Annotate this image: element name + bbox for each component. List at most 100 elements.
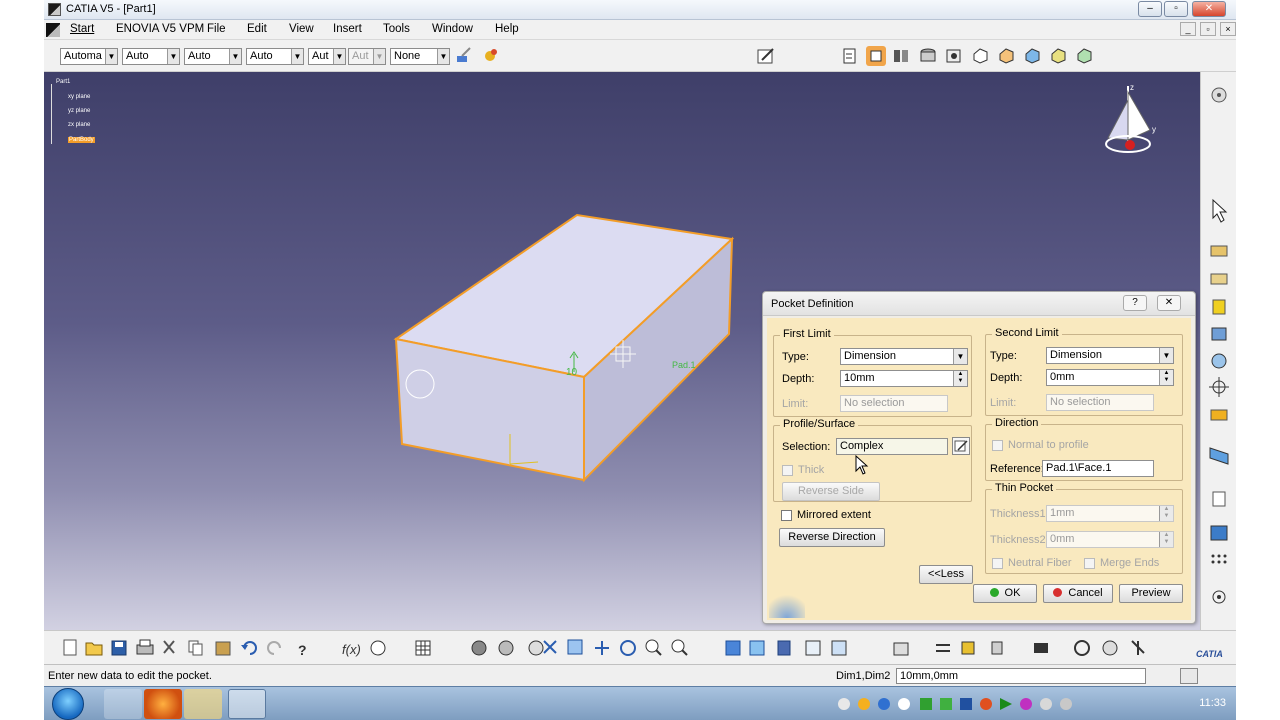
properties-brush-icon[interactable] — [480, 46, 500, 66]
menu-edit[interactable]: Edit — [247, 23, 267, 35]
system-tray — [834, 695, 1084, 713]
transparency-combo[interactable]: Auto ▼ — [122, 48, 180, 65]
less-button[interactable]: <<Less — [919, 565, 973, 584]
ok-icon — [989, 588, 999, 597]
second-limit-legend: Second Limit — [992, 327, 1062, 339]
zoom-in-icon — [645, 639, 662, 656]
menu-view[interactable]: View — [289, 23, 314, 35]
power-input-field[interactable]: 10mm,0mm — [896, 668, 1146, 684]
menu-help[interactable]: Help — [495, 23, 519, 35]
cancel-button[interactable]: Cancel — [1043, 584, 1113, 603]
sketch-analysis-icon — [1131, 640, 1145, 655]
svg-text:f(x): f(x) — [342, 642, 361, 657]
thin-pocket-group: Thin Pocket Thickness1: 1mm ▲ ▼ Thickness2… — [985, 482, 1183, 574]
second-depth-input[interactable]: 0mm ▲ ▼ — [1046, 369, 1174, 386]
point-symbol-combo[interactable]: Aut ▼ — [308, 48, 346, 65]
selection-input[interactable]: Complex — [836, 438, 948, 455]
measure-item-icon — [936, 644, 950, 652]
status-bar: Enter new data to edit the pocket. Dim1,… — [44, 664, 1236, 686]
menu-enovia[interactable]: ENOVIA V5 VPM — [116, 23, 204, 35]
dialog-title-bar[interactable]: Pocket Definition ? ✕ — [763, 292, 1195, 316]
painter-icon[interactable] — [454, 46, 474, 66]
taskbar-explorer-icon[interactable] — [104, 689, 142, 719]
whats-this-icon: ? — [298, 642, 307, 658]
line-thickness-combo[interactable]: Auto ▼ — [184, 48, 242, 65]
color-combo[interactable]: Automa ▼ — [60, 48, 118, 65]
mirrored-extent-checkbox[interactable] — [781, 510, 792, 521]
reverse-side-button: Reverse Side — [782, 482, 880, 501]
hide-show-icon[interactable] — [944, 46, 964, 66]
inertia-icon — [961, 641, 975, 655]
shading-icon[interactable] — [918, 46, 938, 66]
taskbar-catia-icon[interactable] — [228, 689, 266, 719]
menu-insert[interactable]: Insert — [333, 23, 362, 35]
second-limit-group: Second Limit Type: Dimension ▼ Depth: 0mm… — [985, 327, 1183, 416]
view-normal-icon[interactable] — [840, 46, 860, 66]
first-limit-input: No selection — [840, 395, 948, 412]
front-view-icon[interactable] — [996, 46, 1016, 66]
title-bar: CATIA V5 - [Part1] – ▫ ✕ — [44, 0, 1236, 20]
close-button[interactable]: ✕ — [1192, 1, 1226, 17]
taskbar-clock[interactable]: 11:33 — [1199, 697, 1226, 709]
second-type-dropdown[interactable]: Dimension ▼ — [1046, 347, 1174, 364]
first-depth-input[interactable]: 10mm ▲ ▼ — [840, 370, 968, 387]
isometric-view-icon[interactable] — [970, 46, 990, 66]
fit-all-icon[interactable] — [866, 46, 886, 66]
transformation-icon — [1210, 525, 1228, 541]
mdi-restore-button[interactable]: ▫ — [1200, 22, 1216, 36]
rendering-style-combo: Aut ▼ — [348, 48, 386, 65]
sketcher-icon[interactable] — [756, 46, 776, 66]
dialog-corner-logo — [769, 590, 805, 618]
analysis-view-icon[interactable] — [1048, 46, 1068, 66]
thin-pocket-legend: Thin Pocket — [992, 482, 1057, 494]
dialog-title: Pocket Definition — [771, 298, 854, 310]
thickness2-input: 0mm ▲ ▼ — [1046, 531, 1174, 548]
pad-icon — [1210, 245, 1228, 257]
menu-bar: Start ENOVIA V5 VPM File Edit View Inser… — [44, 20, 1236, 40]
line-type-combo[interactable]: Auto ▼ — [246, 48, 304, 65]
apply-material-icon[interactable] — [1022, 46, 1042, 66]
layer-combo[interactable]: None ▼ — [390, 48, 450, 65]
tray-icon — [1000, 698, 1012, 710]
menu-start[interactable]: Start — [70, 23, 94, 35]
windows-start-icon[interactable] — [52, 688, 84, 720]
sketch-edit-icon[interactable] — [952, 437, 970, 455]
compass: z y — [1105, 83, 1156, 153]
normal-to-profile-checkbox — [992, 440, 1003, 451]
rotate-icon — [620, 640, 636, 656]
second-type-label: Type: — [990, 350, 1017, 362]
taskbar-folder-icon[interactable] — [184, 689, 222, 719]
top-toolbar: Automa ▼ Auto ▼ Auto ▼ Auto ▼ Aut ▼ Aut ▼ None… — [44, 40, 1236, 72]
minimize-button[interactable]: – — [1138, 1, 1162, 17]
knowledge-icon — [370, 640, 386, 656]
neutral-fiber-checkbox — [992, 558, 1003, 569]
merge-ends-checkbox — [1084, 558, 1095, 569]
power-input-label: Dim1,Dim2 — [836, 670, 891, 682]
menu-file[interactable]: File — [207, 23, 226, 35]
copy-icon — [188, 640, 203, 656]
cancel-icon — [1053, 588, 1063, 597]
hole-feature-icon — [471, 640, 487, 656]
reference-input[interactable]: Pad.1\Face.1 — [1042, 460, 1154, 477]
menu-tools[interactable]: Tools — [383, 23, 410, 35]
first-type-dropdown[interactable]: Dimension ▼ — [840, 348, 968, 365]
quick-view-icon[interactable] — [1074, 46, 1094, 66]
boolean-icon — [1212, 491, 1226, 507]
menu-window[interactable]: Window — [432, 23, 473, 35]
taskbar-firefox-icon[interactable] — [144, 689, 182, 719]
multi-view-icon[interactable] — [892, 46, 912, 66]
dialog-body: First Limit Type: Dimension ▼ Depth: 10mm… — [767, 318, 1191, 620]
mdi-minimize-button[interactable]: _ — [1180, 22, 1196, 36]
power-input-button[interactable] — [1180, 668, 1198, 684]
tray-icon — [1040, 698, 1052, 710]
maximize-button[interactable]: ▫ — [1164, 1, 1188, 17]
left-margin — [0, 0, 44, 720]
mdi-close-button[interactable]: × — [1220, 22, 1236, 36]
reverse-direction-button[interactable]: Reverse Direction — [779, 528, 885, 547]
dialog-close-button[interactable]: ✕ — [1157, 295, 1181, 311]
help-button[interactable]: ? — [1123, 295, 1147, 311]
svg-text:y: y — [1152, 125, 1156, 134]
catalog-icon — [1211, 87, 1227, 103]
preview-button[interactable]: Preview — [1119, 584, 1183, 603]
ok-button[interactable]: OK — [973, 584, 1037, 603]
